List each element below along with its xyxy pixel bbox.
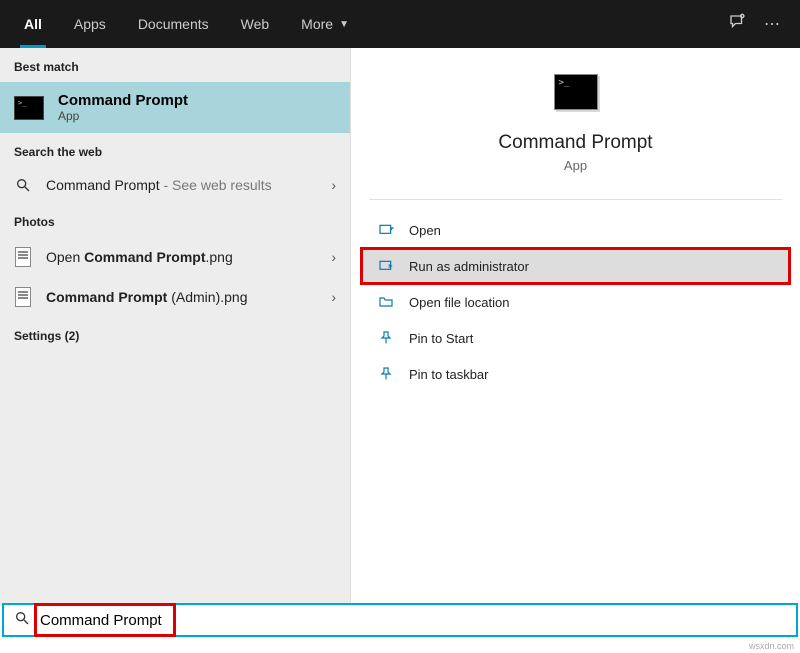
search-web-label: Search the web (0, 133, 350, 167)
chevron-down-icon: ▼ (339, 19, 349, 30)
best-match-sub: App (58, 109, 188, 123)
feedback-icon[interactable] (728, 13, 746, 36)
search-icon (14, 610, 30, 630)
tab-more[interactable]: More ▼ (285, 0, 365, 48)
tab-web[interactable]: Web (225, 0, 286, 48)
app-subtitle: App (351, 158, 800, 173)
filter-tabs: All Apps Documents Web More ▼ (8, 0, 365, 48)
app-large-icon (554, 74, 598, 110)
tab-all[interactable]: All (8, 0, 58, 48)
folder-icon (377, 294, 395, 310)
action-pin-to-taskbar[interactable]: Pin to taskbar (351, 356, 800, 392)
top-bar: All Apps Documents Web More ▼ ⋯ (0, 0, 800, 48)
admin-icon (377, 258, 395, 274)
action-pin-to-start[interactable]: Pin to Start (351, 320, 800, 356)
pin-icon (377, 366, 395, 382)
chevron-right-icon: › (331, 177, 336, 193)
chevron-right-icon: › (331, 249, 336, 265)
photo-result-2[interactable]: Command Prompt (Admin).png › (0, 277, 350, 317)
action-open[interactable]: Open (351, 212, 800, 248)
web-result-text: Command Prompt - See web results (46, 177, 317, 193)
details-pane: Command Prompt App Open Run as administr… (350, 48, 800, 606)
pin-icon (377, 330, 395, 346)
photos-label: Photos (0, 203, 350, 237)
divider (369, 199, 782, 200)
action-runadmin-label: Run as administrator (409, 259, 529, 274)
file-icon (14, 287, 32, 307)
web-result-item[interactable]: Command Prompt - See web results › (0, 167, 350, 203)
best-match-item[interactable]: Command Prompt App (0, 82, 350, 133)
action-run-as-administrator[interactable]: Run as administrator (361, 248, 790, 284)
actions-list: Open Run as administrator Open file loca… (351, 212, 800, 392)
settings-label[interactable]: Settings (2) (0, 317, 350, 351)
action-pintaskbar-label: Pin to taskbar (409, 367, 489, 382)
open-icon (377, 222, 395, 238)
search-input[interactable] (40, 612, 786, 629)
more-icon[interactable]: ⋯ (764, 14, 780, 34)
tab-more-label: More (301, 16, 333, 32)
best-match-title: Command Prompt (58, 92, 188, 109)
app-title: Command Prompt (351, 132, 800, 154)
watermark: wsxdn.com (749, 641, 794, 651)
top-right-icons: ⋯ (728, 13, 792, 36)
photo-2-text: Command Prompt (Admin).png (46, 289, 317, 305)
action-pinstart-label: Pin to Start (409, 331, 473, 346)
action-fileloc-label: Open file location (409, 295, 509, 310)
main-area: Best match Command Prompt App Search the… (0, 48, 800, 606)
chevron-right-icon: › (331, 289, 336, 305)
tab-documents[interactable]: Documents (122, 0, 225, 48)
search-icon (14, 177, 32, 193)
tab-apps[interactable]: Apps (58, 0, 122, 48)
photo-1-text: Open Command Prompt.png (46, 249, 317, 265)
command-prompt-icon (14, 96, 44, 120)
search-bar[interactable] (2, 603, 798, 637)
action-open-label: Open (409, 223, 441, 238)
best-match-label: Best match (0, 48, 350, 82)
file-icon (14, 247, 32, 267)
photo-result-1[interactable]: Open Command Prompt.png › (0, 237, 350, 277)
best-match-text: Command Prompt App (58, 92, 188, 123)
results-pane: Best match Command Prompt App Search the… (0, 48, 350, 606)
action-open-file-location[interactable]: Open file location (351, 284, 800, 320)
